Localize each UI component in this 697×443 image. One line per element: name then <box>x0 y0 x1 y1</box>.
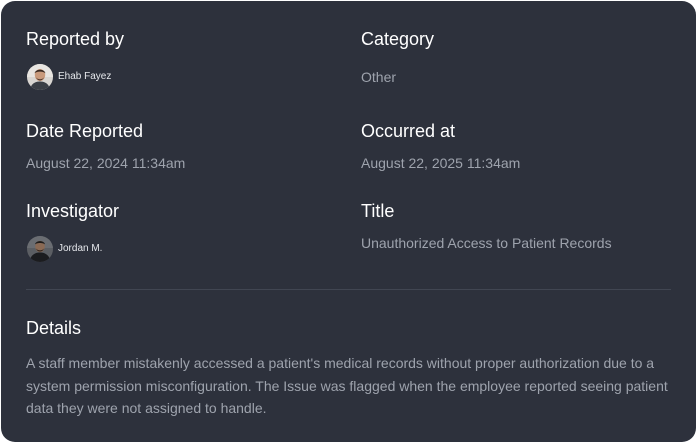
investigator-name: Jordan M. <box>58 243 103 254</box>
date-reported-label: Date Reported <box>26 121 144 141</box>
occurred-at-label: Occurred at <box>361 121 456 141</box>
investigator-avatar <box>27 236 53 262</box>
date-reported-value: August 22, 2024 11:34am <box>26 155 186 171</box>
details-label: Details <box>26 318 82 338</box>
reporter[interactable]: Ehab Fayez <box>27 64 111 90</box>
reported-by-label: Reported by <box>26 29 125 49</box>
reporter-avatar <box>27 64 53 90</box>
title-label: Title <box>361 201 395 221</box>
title-value: Unauthorized Access to Patient Records <box>361 235 612 251</box>
category-label: Category <box>361 29 435 49</box>
category-value: Other <box>361 69 397 85</box>
details-text: A staff member mistakenly accessed a pat… <box>26 355 668 416</box>
reporter-name: Ehab Fayez <box>58 71 112 82</box>
investigator-label: Investigator <box>26 201 120 221</box>
incident-details-card: Reported by Ehab Fayez Category Other Da… <box>1 1 696 442</box>
occurred-at-value: August 22, 2025 11:34am <box>361 155 521 171</box>
investigator[interactable]: Jordan M. <box>27 236 102 262</box>
section-divider <box>26 289 671 290</box>
